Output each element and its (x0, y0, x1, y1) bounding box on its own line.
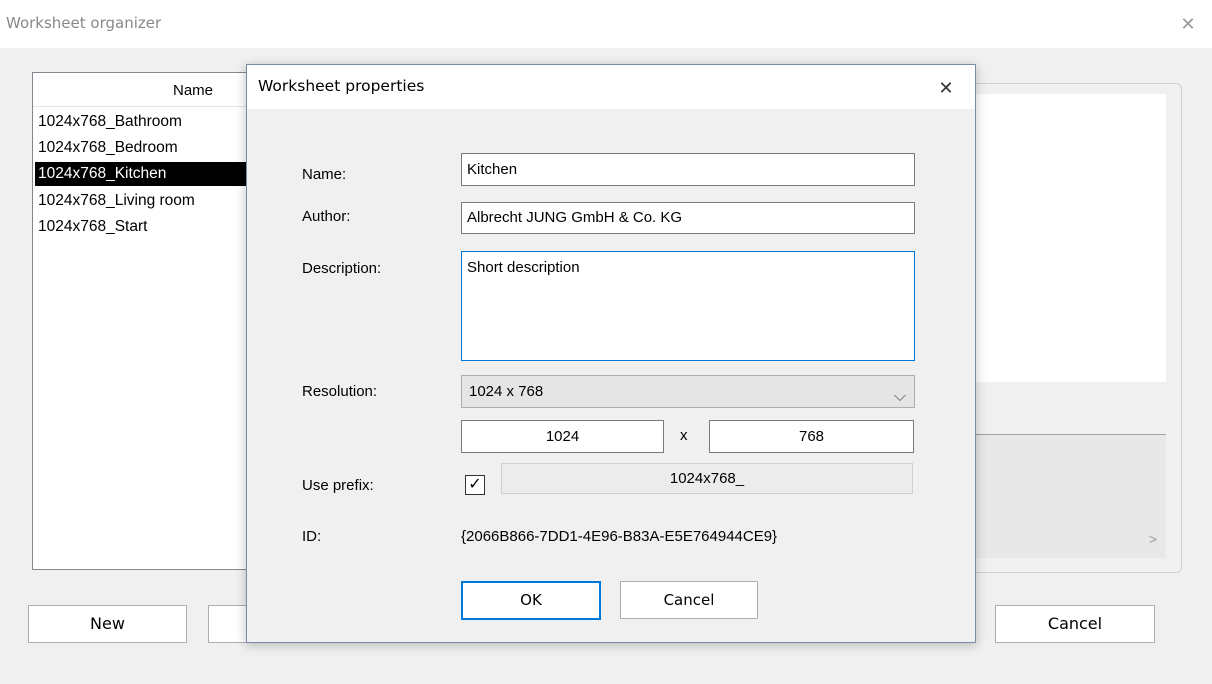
worksheet-properties-dialog: Worksheet properties ✕ Name: Kitchen Aut… (246, 64, 976, 643)
name-input[interactable]: Kitchen (461, 153, 915, 186)
height-input[interactable]: 768 (709, 420, 914, 453)
scroll-right-icon[interactable]: > (1140, 528, 1166, 550)
outer-close-icon[interactable]: ✕ (1174, 10, 1202, 38)
details-area (972, 434, 1166, 558)
list-item[interactable]: 1024x768_Living room (35, 189, 249, 213)
list-item[interactable]: 1024x768_Bathroom (35, 110, 249, 134)
prefix-field: 1024x768_ (501, 463, 913, 494)
description-label: Description: (302, 260, 382, 277)
outer-title-bar: Worksheet organizer (0, 0, 1212, 48)
author-input[interactable]: Albrecht JUNG GmbH & Co. KG (461, 202, 915, 234)
resolution-dropdown[interactable]: 1024 x 768 ⌵ (461, 375, 915, 408)
name-label: Name: (302, 166, 347, 183)
cancel-button[interactable]: Cancel (620, 581, 758, 619)
list-item[interactable]: 1024x768_Bedroom (35, 136, 249, 160)
hidden-button[interactable] (208, 605, 248, 643)
dialog-close-icon[interactable]: ✕ (931, 73, 961, 103)
worksheet-list[interactable]: Name 1024x768_Bathroom 1024x768_Bedroom … (32, 72, 250, 570)
ok-button[interactable]: OK (461, 581, 601, 620)
dialog-title-bar: Worksheet properties ✕ (247, 65, 975, 109)
use-prefix-checkbox[interactable]: ✓ (465, 475, 485, 495)
use-prefix-label: Use prefix: (302, 477, 374, 494)
width-input[interactable]: 1024 (461, 420, 664, 453)
new-button[interactable]: New (28, 605, 187, 643)
id-value: {2066B866-7DD1-4E96-B83A-E5E764944CE9} (461, 528, 778, 545)
dialog-title: Worksheet properties (258, 77, 425, 95)
author-label: Author: (302, 208, 351, 225)
resolution-value: 1024 x 768 (469, 383, 544, 400)
description-textarea[interactable]: Short description (461, 251, 915, 361)
id-label: ID: (302, 528, 322, 545)
list-item[interactable]: 1024x768_Start (35, 215, 249, 239)
chevron-down-icon: ⌵ (893, 388, 906, 405)
x-separator: x (680, 427, 688, 444)
outer-window-title: Worksheet organizer (6, 14, 162, 32)
preview-area (972, 94, 1166, 382)
outer-cancel-button[interactable]: Cancel (995, 605, 1155, 643)
list-item-selected[interactable]: 1024x768_Kitchen (35, 162, 249, 186)
list-header-name[interactable]: Name (33, 73, 249, 107)
resolution-label: Resolution: (302, 383, 378, 400)
